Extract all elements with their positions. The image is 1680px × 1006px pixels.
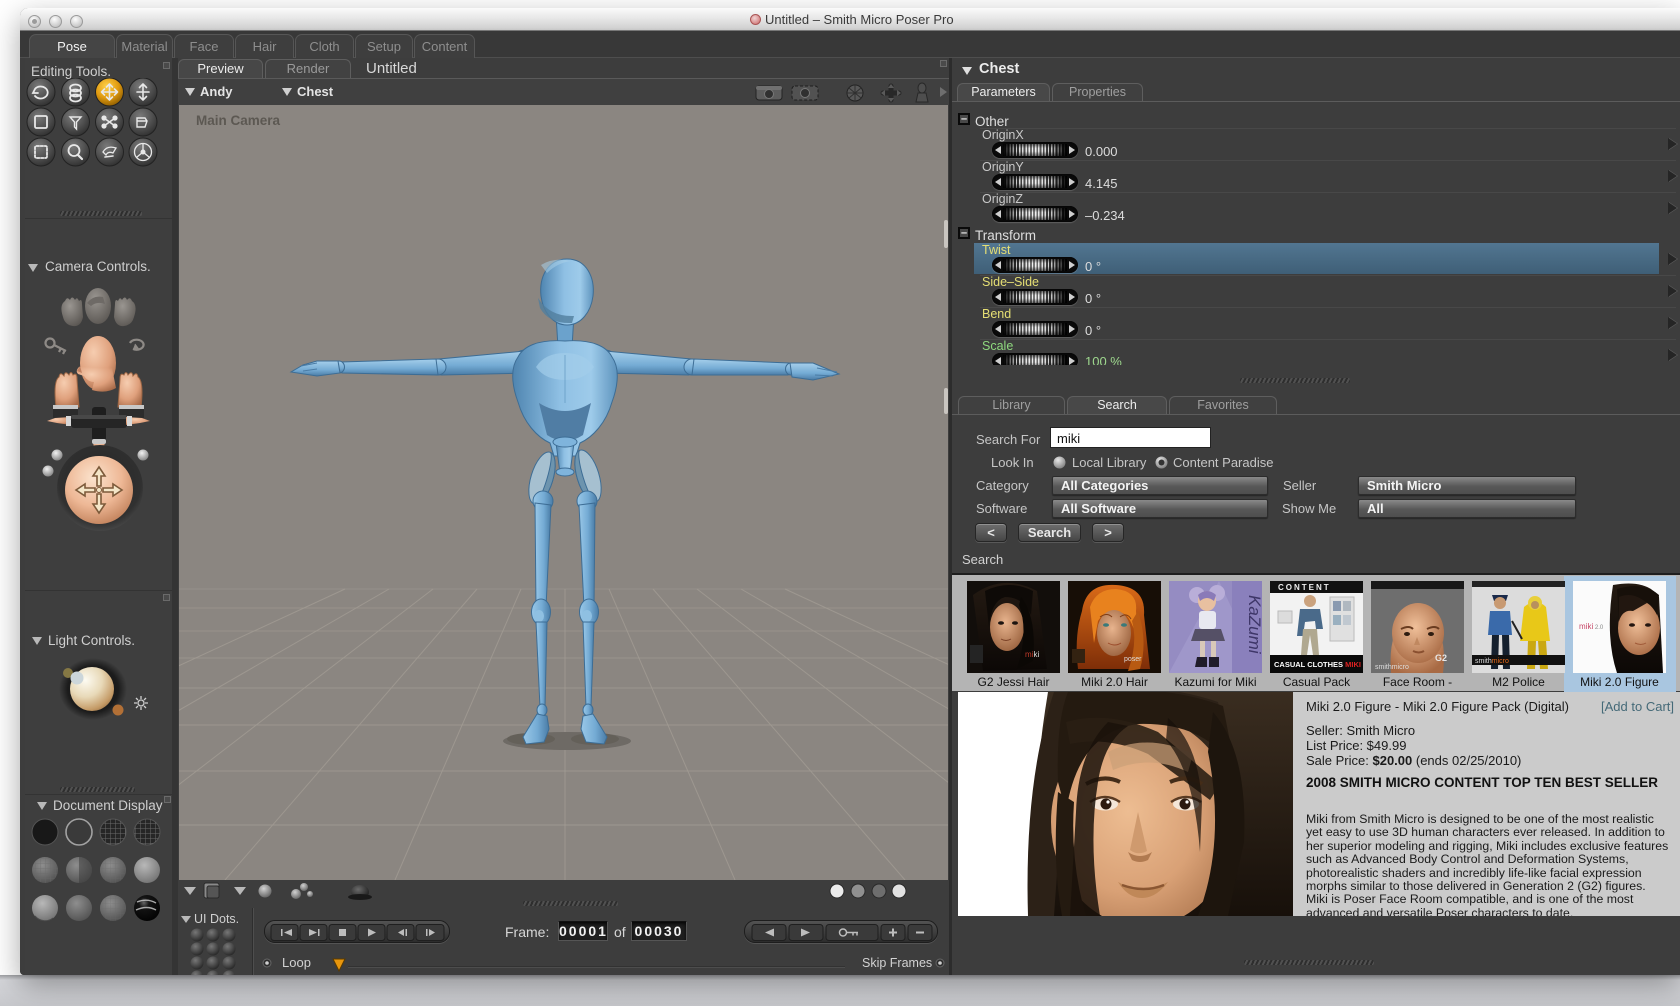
svg-text:smithmicro: smithmicro — [1375, 664, 1409, 671]
svg-text:CASUAL CLOTHES MIKI: CASUAL CLOTHES MIKI — [1274, 660, 1361, 669]
svg-text:CONTENT: CONTENT — [1278, 583, 1331, 592]
svg-text:miki: miki — [1025, 650, 1039, 659]
svg-text:smithmicro: smithmicro — [1475, 658, 1509, 665]
svg-text:poser: poser — [1124, 656, 1142, 663]
svg-text:G2: G2 — [1435, 653, 1447, 663]
svg-text:KaZumi: KaZumi — [1245, 595, 1264, 655]
